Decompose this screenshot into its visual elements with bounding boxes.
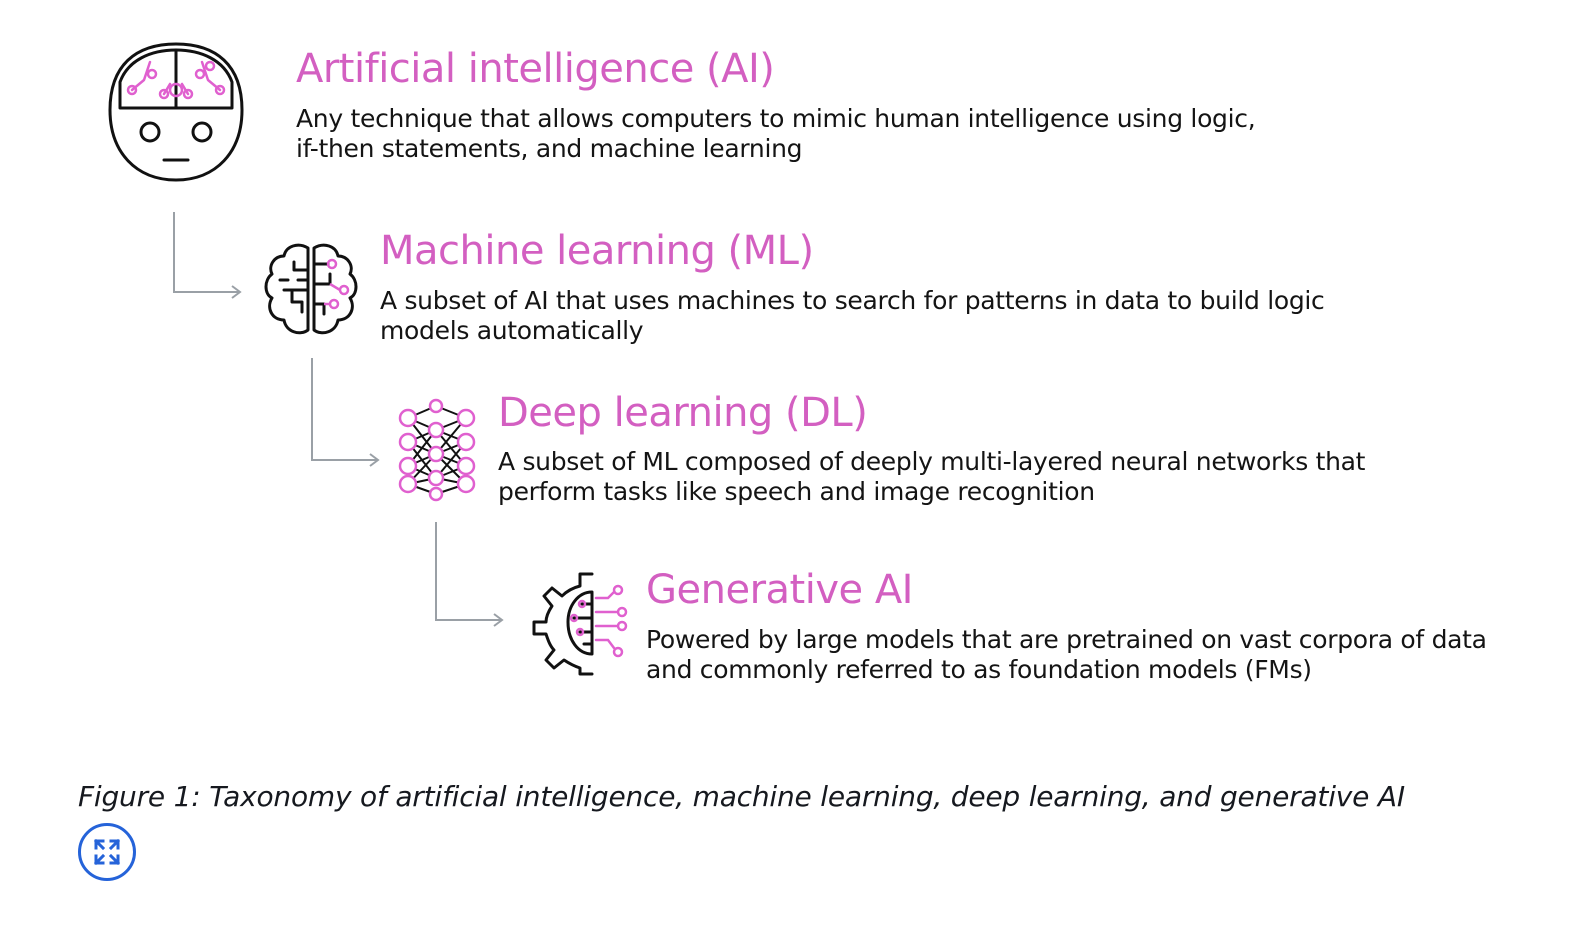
level-description-line-1: A subset of ML composed of deeply multi-…: [498, 447, 1366, 476]
expand-image-button[interactable]: [78, 823, 136, 881]
level-title: Machine learning (ML): [380, 228, 814, 274]
level-title: Artificial intelligence (AI): [296, 46, 775, 92]
level-description-line-1: Powered by large models that are pretrai…: [646, 625, 1487, 654]
connector-ai-to-ml: [173, 212, 242, 299]
robot-head-icon: [108, 42, 244, 182]
neural-network-icon: [398, 398, 476, 502]
expand-icon: [93, 838, 121, 866]
ai-taxonomy-diagram: Artificial intelligence (AI) Any techniq…: [0, 0, 1596, 720]
level-description-line-2: if-then statements, and machine learning: [296, 134, 803, 163]
gear-brain-icon: [532, 572, 628, 676]
level-description-line-2: and commonly referred to as foundation m…: [646, 655, 1312, 684]
level-description-line-1: A subset of AI that uses machines to sea…: [380, 286, 1325, 315]
connector-ml-to-dl: [311, 358, 380, 467]
level-description-line-2: models automatically: [380, 316, 644, 345]
brain-circuit-icon: [264, 243, 358, 335]
figure-caption: Figure 1: Taxonomy of artificial intelli…: [78, 780, 1405, 813]
connector-dl-to-genai: [435, 522, 504, 627]
level-title: Deep learning (DL): [498, 390, 868, 436]
level-title: Generative AI: [646, 567, 913, 613]
level-description-line-1: Any technique that allows computers to m…: [296, 104, 1256, 133]
level-description-line-2: perform tasks like speech and image reco…: [498, 477, 1095, 506]
